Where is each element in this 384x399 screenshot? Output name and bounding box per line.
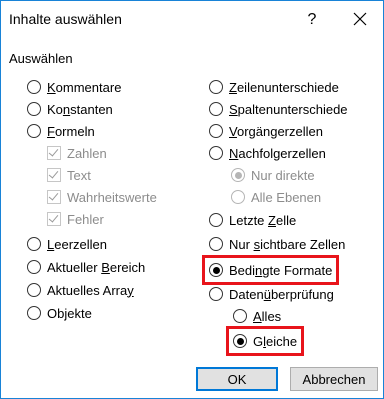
dialog-title: Inhalte auswählen <box>9 11 122 27</box>
radio-icon[interactable] <box>209 287 223 301</box>
checkbox-wahrheitswerte[interactable]: Wahrheitswerte <box>47 186 157 208</box>
radio-icon[interactable] <box>209 102 223 116</box>
radio-icon[interactable] <box>27 283 41 297</box>
radio-icon[interactable] <box>231 190 245 204</box>
option-formeln[interactable]: Formeln <box>27 120 95 142</box>
checkbox-icon[interactable] <box>47 146 61 160</box>
option-label: Alles <box>253 308 282 324</box>
option-aktueller-bereich[interactable]: Aktueller Bereich <box>27 256 145 278</box>
option-label: Formeln <box>47 123 95 139</box>
checkbox-label: Wahrheitswerte <box>67 189 157 205</box>
option-alles[interactable]: Alles <box>233 305 281 327</box>
option-nachfolgerzellen[interactable]: Nachfolgerzellen <box>209 142 326 164</box>
checkbox-label: Zahlen <box>67 145 107 161</box>
option-kommentare[interactable]: Kommentare <box>27 76 121 98</box>
group-label: Auswählen <box>9 51 73 66</box>
option-vorgaengerzellen[interactable]: Vorgängerzellen <box>209 120 323 142</box>
option-label: Alle Ebenen <box>251 189 322 205</box>
radio-icon[interactable] <box>209 263 223 277</box>
option-label: Leerzellen <box>47 236 107 252</box>
option-label: Konstanten <box>47 101 113 117</box>
option-objekte[interactable]: Objekte <box>27 302 92 324</box>
checkbox-text[interactable]: Text <box>47 164 91 186</box>
option-label: Zeilenunterschiede <box>229 79 339 95</box>
option-label: Nur sichtbare Zellen <box>229 236 346 252</box>
radio-icon[interactable] <box>231 168 245 182</box>
option-label: Gleiche <box>253 333 298 349</box>
cancel-button[interactable]: Abbrechen <box>290 367 378 391</box>
close-button[interactable] <box>345 5 375 33</box>
checkbox-icon[interactable] <box>47 168 61 182</box>
dialog-body: Auswählen Kommentare Konstanten Formeln … <box>1 37 383 398</box>
radio-icon[interactable] <box>27 80 41 94</box>
radio-icon[interactable] <box>209 237 223 251</box>
radio-icon[interactable] <box>27 237 41 251</box>
option-alle-ebenen[interactable]: Alle Ebenen <box>231 186 321 208</box>
radio-icon[interactable] <box>233 309 247 323</box>
option-aktuelles-array[interactable]: Aktuelles Array <box>27 279 134 301</box>
checkbox-label: Text <box>67 167 91 183</box>
checkbox-zahlen[interactable]: Zahlen <box>47 142 107 164</box>
radio-icon[interactable] <box>209 80 223 94</box>
close-icon <box>353 12 367 26</box>
option-label: Datenüberprüfung <box>229 286 334 302</box>
option-label: Bedingte Formate <box>229 262 333 278</box>
option-label: Nur direkte <box>251 167 315 183</box>
option-datenueberpruefung[interactable]: Datenüberprüfung <box>209 283 334 305</box>
option-label: Kommentare <box>47 79 122 95</box>
radio-icon[interactable] <box>209 124 223 138</box>
ok-button[interactable]: OK <box>196 367 278 391</box>
radio-icon[interactable] <box>27 124 41 138</box>
radio-icon[interactable] <box>27 260 41 274</box>
help-button[interactable]: ? <box>297 7 327 33</box>
option-nur-direkte[interactable]: Nur direkte <box>231 164 315 186</box>
option-zeilenunterschiede[interactable]: Zeilenunterschiede <box>209 76 339 98</box>
option-bedingte-formate[interactable]: Bedingte Formate <box>201 255 340 285</box>
option-label: Objekte <box>47 305 92 321</box>
option-label: Aktuelles Array <box>47 282 134 298</box>
option-label: Spaltenunterschiede <box>229 101 348 117</box>
radio-icon[interactable] <box>209 213 223 227</box>
option-label: Vorgängerzellen <box>229 123 323 139</box>
option-leerzellen[interactable]: Leerzellen <box>27 233 107 255</box>
option-spaltenunterschiede[interactable]: Spaltenunterschiede <box>209 98 348 120</box>
option-nur-sichtbare-zellen[interactable]: Nur sichtbare Zellen <box>209 233 345 255</box>
option-letzte-zelle[interactable]: Letzte Zelle <box>209 209 296 231</box>
option-gleiche[interactable]: Gleiche <box>225 326 305 356</box>
radio-icon[interactable] <box>27 102 41 116</box>
radio-icon[interactable] <box>209 146 223 160</box>
checkbox-label: Fehler <box>67 211 104 227</box>
checkbox-fehler[interactable]: Fehler <box>47 208 104 230</box>
title-bar: Inhalte auswählen ? <box>1 1 383 37</box>
option-label: Aktueller Bereich <box>47 259 146 275</box>
radio-icon[interactable] <box>27 306 41 320</box>
option-konstanten[interactable]: Konstanten <box>27 98 113 120</box>
dialog-window: Inhalte auswählen ? Auswählen Kommentare… <box>0 0 384 399</box>
option-label: Letzte Zelle <box>229 212 297 228</box>
checkbox-icon[interactable] <box>47 212 61 226</box>
option-label: Nachfolgerzellen <box>229 145 326 161</box>
radio-icon[interactable] <box>233 334 247 348</box>
checkbox-icon[interactable] <box>47 190 61 204</box>
